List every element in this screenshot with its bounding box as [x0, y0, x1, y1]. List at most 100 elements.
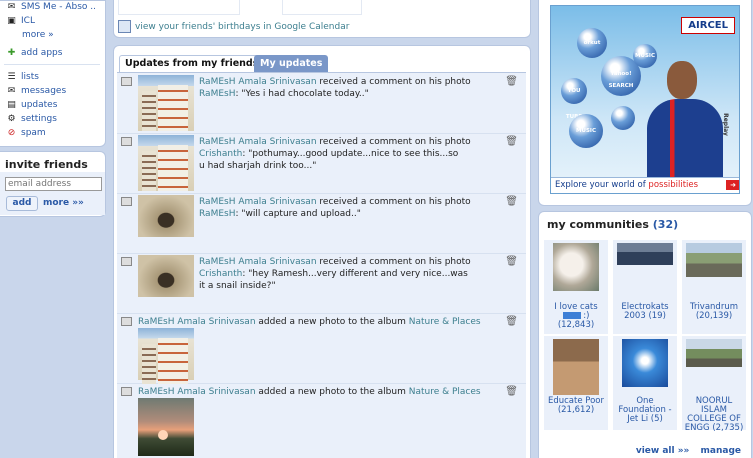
tab-updates-from-friends[interactable]: Updates from my friends: [119, 55, 265, 72]
sms-icon: ✉: [7, 2, 16, 12]
invite-more-link[interactable]: more »»: [43, 198, 84, 208]
feed-item: RaMEsH Amala Srinivasan received a comme…: [117, 73, 526, 134]
emoji-box: [562, 312, 581, 319]
replay-label: Replay: [722, 113, 730, 136]
trash-icon[interactable]: 🗑: [505, 136, 518, 147]
add-button[interactable]: add: [6, 196, 38, 211]
feed-comment-cont: u had sharjah drink too...": [199, 161, 317, 171]
feed-headline: RaMEsH Amala Srinivasan received a comme…: [199, 257, 471, 267]
app-icon: ▣: [7, 16, 16, 26]
calendar-link[interactable]: view your friends' birthdays in Google C…: [118, 20, 349, 33]
invite-title: invite friends: [5, 158, 88, 171]
apps-more-link[interactable]: more »: [22, 29, 54, 42]
divider: [4, 64, 100, 65]
community-thumbnail: [686, 339, 742, 367]
prev-panel-left: [118, 0, 240, 15]
community-noorul-islam[interactable]: NOORUL ISLAM COLLEGE OF ENGG (2,735): [682, 336, 746, 433]
communities-box: my communities (32) I love cats :) (12,84…: [538, 211, 752, 458]
photo-thumbnail[interactable]: [138, 328, 194, 384]
wrench-icon: ⚙: [7, 114, 16, 124]
trash-icon[interactable]: 🗑: [505, 196, 518, 207]
photo-added-icon: [121, 317, 132, 326]
app-sms-me[interactable]: ✉ SMS Me - Abso ..: [6, 1, 96, 14]
photo-thumbnail[interactable]: [138, 398, 194, 456]
community-thumbnail: [686, 243, 742, 277]
community-label: Trivandrum (20,139): [690, 302, 738, 321]
ad-footer: Explore your world of possibilities ➜: [551, 177, 739, 193]
ad-box: AIRCEL orkut Yahoo! SEARCH MUSIC YOU TUBE…: [538, 0, 752, 206]
left-sidebar: ✉ SMS Me - Abso .. ▣ ICL more » ✚ add apps …: [0, 0, 106, 457]
trash-icon[interactable]: 🗑: [505, 76, 518, 87]
feed-item: RaMEsH Amala Srinivasan added a new phot…: [117, 313, 526, 384]
communities-title: my communities (32): [547, 218, 679, 231]
feed-headline: RaMEsH Amala Srinivasan received a comme…: [199, 77, 471, 87]
trash-icon[interactable]: 🗑: [505, 386, 518, 397]
feed-comment: Crishanth: "pothumay...good update...nic…: [199, 149, 459, 159]
feed-headline: RaMEsH Amala Srinivasan added a new phot…: [138, 387, 481, 397]
calendar-icon: [118, 20, 131, 33]
community-thumbnail: [553, 243, 599, 291]
sidebar-item-settings[interactable]: ⚙ settings: [6, 113, 56, 126]
envelope-icon: ✉: [7, 86, 16, 96]
globe-bubble-icon: [611, 106, 635, 130]
orkut-bubble-icon: orkut: [577, 28, 607, 58]
add-apps-link[interactable]: ✚ add apps: [6, 47, 63, 60]
trash-icon[interactable]: 🗑: [505, 316, 518, 327]
list-icon: ☰: [7, 72, 16, 82]
tab-my-updates[interactable]: My updates: [254, 55, 329, 72]
aircel-logo: AIRCEL: [681, 17, 735, 34]
sidebar-item-updates[interactable]: ▤ updates: [6, 99, 57, 112]
feed-item: RaMEsH Amala Srinivasan received a comme…: [117, 193, 526, 254]
update-feed: RaMEsH Amala Srinivasan received a comme…: [117, 72, 526, 458]
community-label: NOORUL ISLAM COLLEGE OF ENGG (2,735): [684, 396, 744, 433]
community-thumbnail: [617, 243, 673, 265]
photo-comment-icon: [121, 137, 132, 146]
view-all-link[interactable]: view all »»: [636, 446, 690, 456]
community-label: Electrokats 2003 (19): [621, 302, 669, 321]
photo-thumbnail[interactable]: [138, 195, 194, 237]
community-electrokats[interactable]: Electrokats 2003 (19): [613, 240, 677, 334]
manage-link[interactable]: manage: [701, 446, 741, 456]
community-label: I love cats :) (12,843): [554, 302, 598, 330]
feed-headline: RaMEsH Amala Srinivasan received a comme…: [199, 197, 471, 207]
trash-icon[interactable]: 🗑: [505, 256, 518, 267]
feed-comment-cont: it a snail inside?": [199, 281, 276, 291]
feed-headline: RaMEsH Amala Srinivasan received a comme…: [199, 137, 471, 147]
feed-item: RaMEsH Amala Srinivasan received a comme…: [117, 253, 526, 314]
sidebar-item-spam[interactable]: ⊘ spam: [6, 127, 46, 140]
sidebar-item-messages[interactable]: ✉ messages: [6, 85, 66, 98]
community-label: One Foundation - Jet Li (5): [618, 396, 672, 424]
community-i-love-cats[interactable]: I love cats :) (12,843): [544, 240, 608, 334]
photo-comment-icon: [121, 197, 132, 206]
app-icl[interactable]: ▣ ICL: [6, 15, 35, 28]
photo-thumbnail[interactable]: [138, 255, 194, 297]
aircel-banner[interactable]: AIRCEL orkut Yahoo! SEARCH MUSIC YOU TUBE…: [550, 5, 740, 194]
music-bubble-icon: MUSIC: [569, 114, 603, 148]
community-thumbnail: [553, 339, 599, 395]
updates-icon: ▤: [7, 100, 16, 110]
arrow-right-icon[interactable]: ➜: [726, 180, 739, 190]
photo-added-icon: [121, 387, 132, 396]
feed-item: RaMEsH Amala Srinivasan added a new phot…: [117, 383, 526, 458]
community-educate-poor[interactable]: Educate Poor (21,612): [544, 336, 608, 430]
calendar-box: view your friends' birthdays in Google C…: [113, 0, 531, 38]
player-shirt: [647, 99, 723, 179]
photo-comment-icon: [121, 77, 132, 86]
email-field[interactable]: [5, 177, 102, 191]
feed-comment: RaMEsH: "will capture and upload..": [199, 209, 361, 219]
prev-panel-right: [282, 0, 362, 15]
updates-panel: Updates from my friends My updates RaMEs…: [113, 45, 531, 458]
community-one-foundation[interactable]: One Foundation - Jet Li (5): [613, 336, 677, 430]
sidebar-item-lists[interactable]: ☰ lists: [6, 71, 38, 84]
spam-icon: ⊘: [7, 128, 16, 138]
communities-links: view all »» manage: [628, 446, 741, 456]
photo-thumbnail[interactable]: [138, 135, 194, 191]
apps-nav-box: ✉ SMS Me - Abso .. ▣ ICL more » ✚ add apps …: [0, 0, 106, 147]
photo-thumbnail[interactable]: [138, 75, 194, 131]
feed-comment: Crishanth: "hey Ramesh...very different …: [199, 269, 468, 279]
photo-comment-icon: [121, 257, 132, 266]
plus-icon: ✚: [7, 48, 16, 58]
community-trivandrum[interactable]: Trivandrum (20,139): [682, 240, 746, 334]
cricketer-image: [639, 61, 723, 179]
community-label: Educate Poor (21,612): [547, 396, 605, 415]
